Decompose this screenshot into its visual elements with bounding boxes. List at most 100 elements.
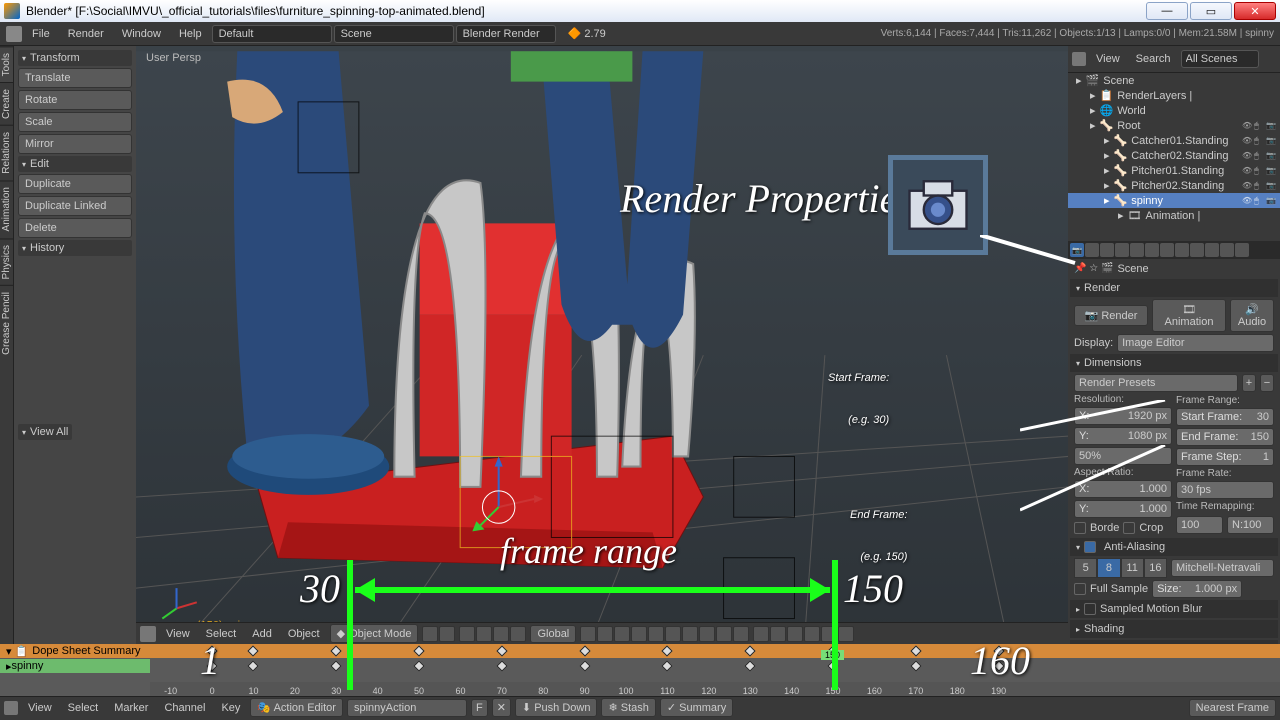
tab-material-icon[interactable] [1190,243,1204,257]
end-frame-field[interactable]: End Frame:150 [1176,428,1274,446]
outliner-filter[interactable] [1181,50,1259,68]
engine-selector[interactable]: Blender Render [456,25,556,43]
aa-filter[interactable]: Mitchell-Netravali [1171,559,1274,577]
layout-selector[interactable]: Default [212,25,332,43]
rotate-button[interactable]: Rotate [18,90,132,110]
vp-menu-select[interactable]: Select [200,626,243,642]
editor-type-icon[interactable] [6,26,22,42]
action-selector[interactable]: spinnyAction [347,699,467,717]
tab-layers-icon[interactable] [1085,243,1099,257]
delete-button[interactable]: Delete [18,218,132,238]
duplicate-button[interactable]: Duplicate [18,174,132,194]
editor-type-icon[interactable] [140,626,156,642]
outliner-row[interactable]: ▸🦴spinny👁🖱📷 [1068,193,1280,208]
tab-relations[interactable]: Relations [0,125,13,180]
push-down-button[interactable]: ⬇ Push Down [515,698,598,717]
ol-search[interactable]: Search [1130,51,1177,67]
remap-old[interactable]: 100 [1176,516,1223,534]
audio-button[interactable]: 🔊 Audio [1230,299,1274,332]
frame-rate[interactable]: 30 fps [1176,481,1274,499]
frame-step-field[interactable]: Frame Step:1 [1176,448,1274,466]
animation-button[interactable]: 🎞 Animation [1152,299,1226,332]
ds-marker[interactable]: Marker [108,700,154,716]
ds-mode[interactable]: 🎭 Action Editor [250,698,343,717]
orientation-selector[interactable]: Global [530,625,576,643]
crop-check[interactable] [1123,522,1135,534]
outliner-row[interactable]: ▸🎞Animation | [1068,208,1280,223]
outliner-row[interactable]: ▸🌐World [1068,103,1280,118]
panel-shading[interactable]: Shading [1070,620,1278,638]
panel-transform[interactable]: Transform [18,50,132,66]
snap-mode[interactable]: Nearest Frame [1189,699,1276,717]
tab-texture-icon[interactable] [1205,243,1219,257]
vp-menu-view[interactable]: View [160,626,196,642]
menu-window[interactable]: Window [114,26,169,42]
res-y[interactable]: Y:1080 px [1074,427,1172,445]
outliner-row[interactable]: ▸🦴Root👁🖱📷 [1068,118,1280,133]
layer-buttons[interactable] [580,626,749,642]
scene-selector[interactable]: Scene [334,25,454,43]
start-frame-field[interactable]: Start Frame:30 [1176,408,1274,426]
outliner-row[interactable]: ▸🦴Pitcher02.Standing👁🖱📷 [1068,178,1280,193]
ol-view[interactable]: View [1090,51,1126,67]
outliner-row[interactable]: ▸🦴Catcher02.Standing👁🖱📷 [1068,148,1280,163]
tab-greasepencil[interactable]: Grease Pencil [0,285,13,361]
3d-viewport[interactable]: User Persp [136,46,1068,644]
vp-menu-add[interactable]: Add [246,626,278,642]
aa-samples[interactable]: 581116 [1074,558,1167,578]
translate-button[interactable]: Translate [18,68,132,88]
panel-render[interactable]: Render [1070,279,1278,297]
panel-edit[interactable]: Edit [18,156,132,172]
outliner-row[interactable]: ▸📋RenderLayers | [1068,88,1280,103]
render-presets[interactable]: Render Presets [1074,374,1238,392]
mirror-button[interactable]: Mirror [18,134,132,154]
panel-sampled-motion-blur[interactable]: Sampled Motion Blur [1070,600,1278,618]
vp-icons-1[interactable] [422,626,455,642]
remap-new[interactable]: N:100 [1227,516,1274,534]
tab-object-icon[interactable] [1130,243,1144,257]
panel-history[interactable]: History [18,240,132,256]
render-button[interactable]: 📷 Render [1074,305,1148,326]
panel-aa[interactable]: Anti-Aliasing [1070,538,1278,556]
vp-icons-3[interactable] [753,626,854,642]
tab-tools[interactable]: Tools [0,46,13,82]
outliner-row[interactable]: ▸🦴Pitcher01.Standing👁🖱📷 [1068,163,1280,178]
aspect-x[interactable]: X:1.000 [1074,480,1172,498]
menu-render[interactable]: Render [60,26,112,42]
ds-select[interactable]: Select [62,700,105,716]
window-close[interactable]: ✕ [1234,2,1276,20]
editor-type-icon[interactable] [1072,52,1086,66]
dopesheet[interactable]: ▾ 📋 Dope Sheet Summary ▸ spinny 150 -100… [0,644,1280,696]
tab-scene-icon[interactable] [1100,243,1114,257]
summary-toggle[interactable]: ✓ Summary [660,698,733,717]
vp-menu-object[interactable]: Object [282,626,326,642]
tab-physics[interactable]: Physics [0,238,13,285]
stash-button[interactable]: ❄ Stash [601,698,655,717]
aspect-y[interactable]: Y:1.000 [1074,500,1172,518]
res-x[interactable]: X:1920 px [1074,407,1172,425]
vp-icons-2[interactable] [459,626,526,642]
tab-modifiers-icon[interactable] [1160,243,1174,257]
tab-data-icon[interactable] [1175,243,1189,257]
duplicate-linked-button[interactable]: Duplicate Linked [18,196,132,216]
panel-dimensions[interactable]: Dimensions [1070,354,1278,372]
tab-create[interactable]: Create [0,82,13,125]
tab-render-icon[interactable]: 📷 [1070,243,1084,257]
scale-button[interactable]: Scale [18,112,132,132]
tab-constraints-icon[interactable] [1145,243,1159,257]
menu-help[interactable]: Help [171,26,210,42]
border-check[interactable] [1074,522,1086,534]
display-selector[interactable]: Image Editor [1117,334,1274,352]
tab-animation[interactable]: Animation [0,180,13,237]
outliner-row[interactable]: ▸🦴Catcher01.Standing👁🖱📷 [1068,133,1280,148]
ds-key[interactable]: Key [215,700,246,716]
outliner-row[interactable]: ▸🎬Scene [1068,73,1280,88]
panel-viewall[interactable]: View All [18,424,72,440]
res-pct[interactable]: 50% [1074,447,1172,465]
tab-physics-icon[interactable] [1235,243,1249,257]
ds-channel[interactable]: Channel [158,700,211,716]
outliner-tree[interactable]: ▸🎬Scene▸📋RenderLayers |▸🌐World▸🦴Root👁🖱📷▸… [1068,73,1280,241]
editor-type-icon[interactable] [4,701,18,715]
window-min[interactable]: — [1146,2,1188,20]
aa-size[interactable]: Size:1.000 px [1152,580,1242,598]
